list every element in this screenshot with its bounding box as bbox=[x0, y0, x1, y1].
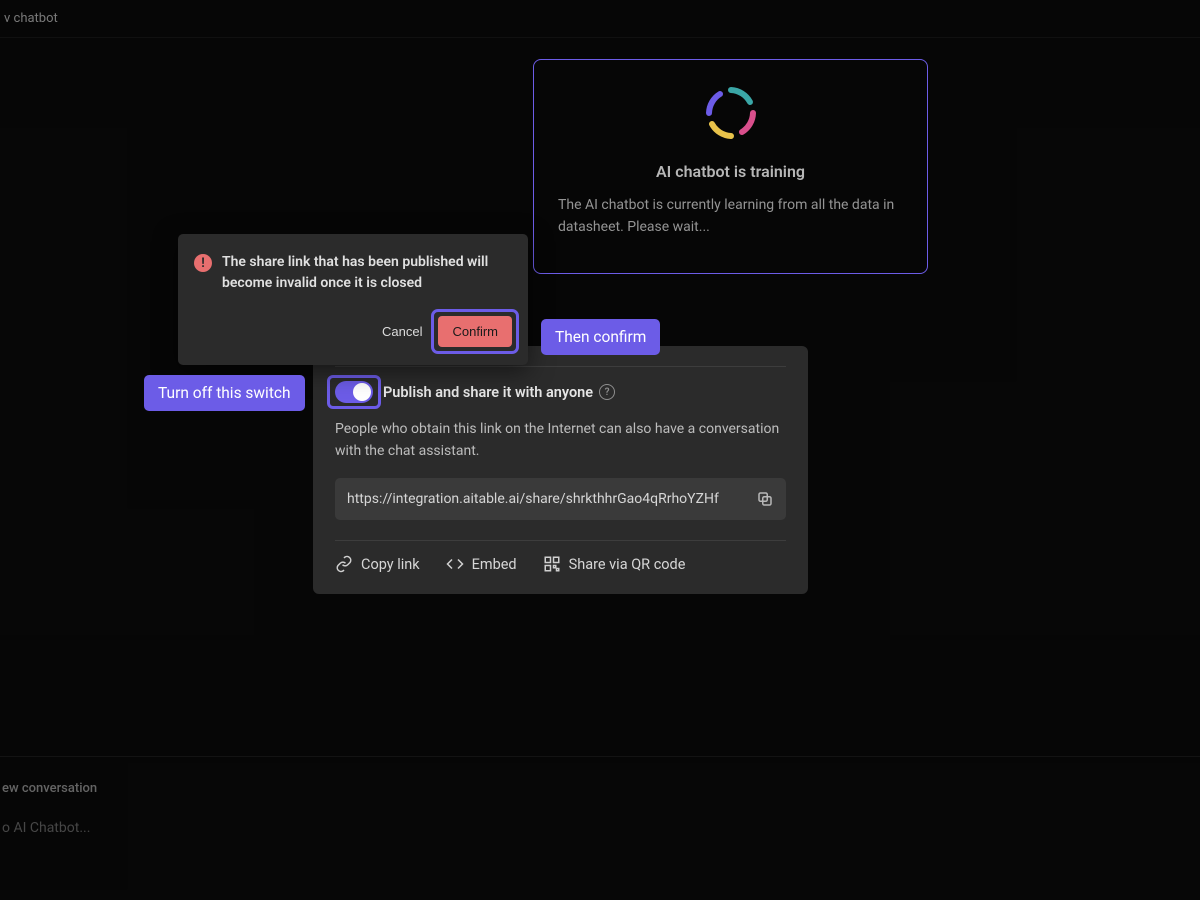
publish-toggle-label: Publish and share it with anyone ? bbox=[383, 384, 615, 401]
divider bbox=[335, 366, 786, 367]
qr-icon bbox=[543, 555, 561, 573]
share-panel: Publish and share it with anyone ? Peopl… bbox=[313, 346, 808, 594]
warning-icon: ! bbox=[194, 254, 212, 272]
training-description: The AI chatbot is currently learning fro… bbox=[558, 195, 903, 238]
annotation-hint-confirm: Then confirm bbox=[541, 319, 660, 355]
publish-toggle[interactable] bbox=[335, 381, 373, 403]
confirm-button[interactable]: Confirm bbox=[438, 316, 512, 347]
embed-label: Embed bbox=[472, 556, 517, 573]
dialog-message: The share link that has been published w… bbox=[222, 252, 512, 294]
share-qr-label: Share via QR code bbox=[569, 556, 686, 573]
code-icon bbox=[446, 555, 464, 573]
cancel-button[interactable]: Cancel bbox=[382, 324, 422, 339]
share-link-text: https://integration.aitable.ai/share/shr… bbox=[347, 491, 719, 507]
confirm-dialog: ! The share link that has been published… bbox=[178, 234, 528, 365]
copy-link-button[interactable]: Copy link bbox=[335, 555, 420, 573]
embed-button[interactable]: Embed bbox=[446, 555, 517, 573]
spinner-icon bbox=[704, 86, 758, 140]
toggle-knob bbox=[353, 383, 371, 401]
page-title: v chatbot bbox=[0, 11, 58, 26]
copy-link-label: Copy link bbox=[361, 556, 420, 573]
toggle-label-text: Publish and share it with anyone bbox=[383, 384, 593, 401]
publish-toggle-row: Publish and share it with anyone ? bbox=[335, 381, 786, 403]
new-conversation-button[interactable]: ew conversation bbox=[2, 781, 1200, 796]
share-description: People who obtain this link on the Inter… bbox=[335, 419, 786, 462]
training-title: AI chatbot is training bbox=[558, 162, 903, 181]
share-actions: Copy link Embed Share via Q bbox=[335, 555, 786, 573]
divider bbox=[335, 540, 786, 541]
topbar: v chatbot bbox=[0, 0, 1200, 38]
annotation-hint-switch: Turn off this switch bbox=[144, 375, 305, 411]
bottom-bar: ew conversation o AI Chatbot... bbox=[0, 756, 1200, 900]
share-qr-button[interactable]: Share via QR code bbox=[543, 555, 686, 573]
help-icon[interactable]: ? bbox=[599, 384, 615, 400]
link-icon bbox=[335, 555, 353, 573]
chat-input[interactable]: o AI Chatbot... bbox=[2, 820, 1200, 836]
copy-icon[interactable] bbox=[756, 490, 774, 508]
training-card: AI chatbot is training The AI chatbot is… bbox=[533, 59, 928, 274]
share-link-box: https://integration.aitable.ai/share/shr… bbox=[335, 478, 786, 520]
